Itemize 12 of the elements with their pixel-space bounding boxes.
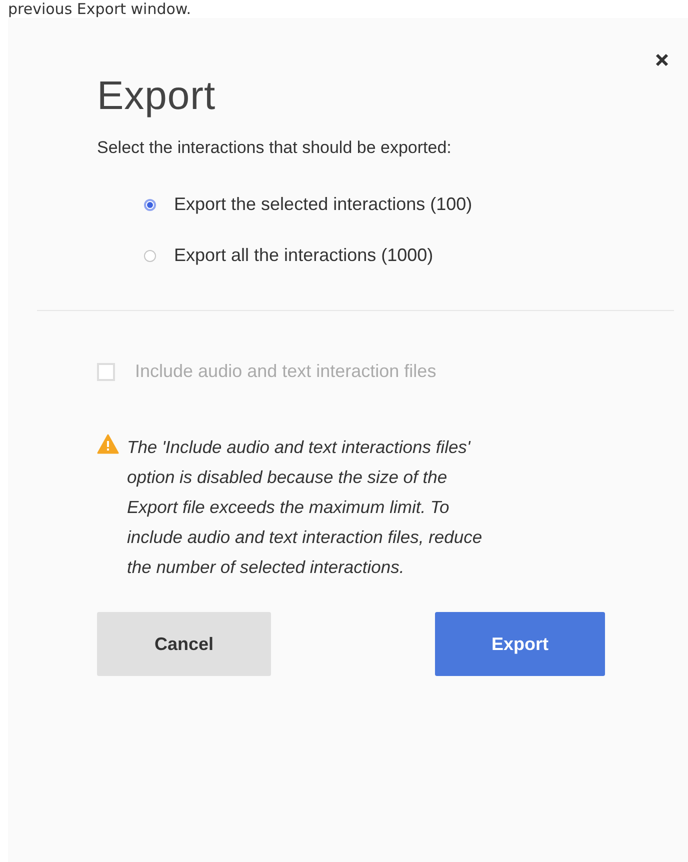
option-label[interactable]: Export the selected interactions (100) (174, 194, 472, 215)
cancel-button[interactable]: Cancel (97, 612, 271, 676)
radio-button[interactable] (144, 198, 156, 210)
radio-button[interactable] (144, 250, 156, 262)
prompt-text: Select the interactions that should be exported: (97, 138, 452, 158)
caption-text: previous Export window. (7, 0, 192, 18)
export-button[interactable]: Export (435, 612, 605, 676)
warning-icon (97, 434, 119, 454)
close-icon[interactable] (654, 52, 670, 68)
option-label[interactable]: Export all the interactions (1000) (174, 245, 434, 266)
dialog-title: Export (97, 73, 216, 120)
warning-text: The 'Include audio and text interactions files' option is disabled because the size of the Export file exceeds the maximum limit. To include audio and text interaction files, reduce the number of selected interactions. (127, 436, 484, 579)
